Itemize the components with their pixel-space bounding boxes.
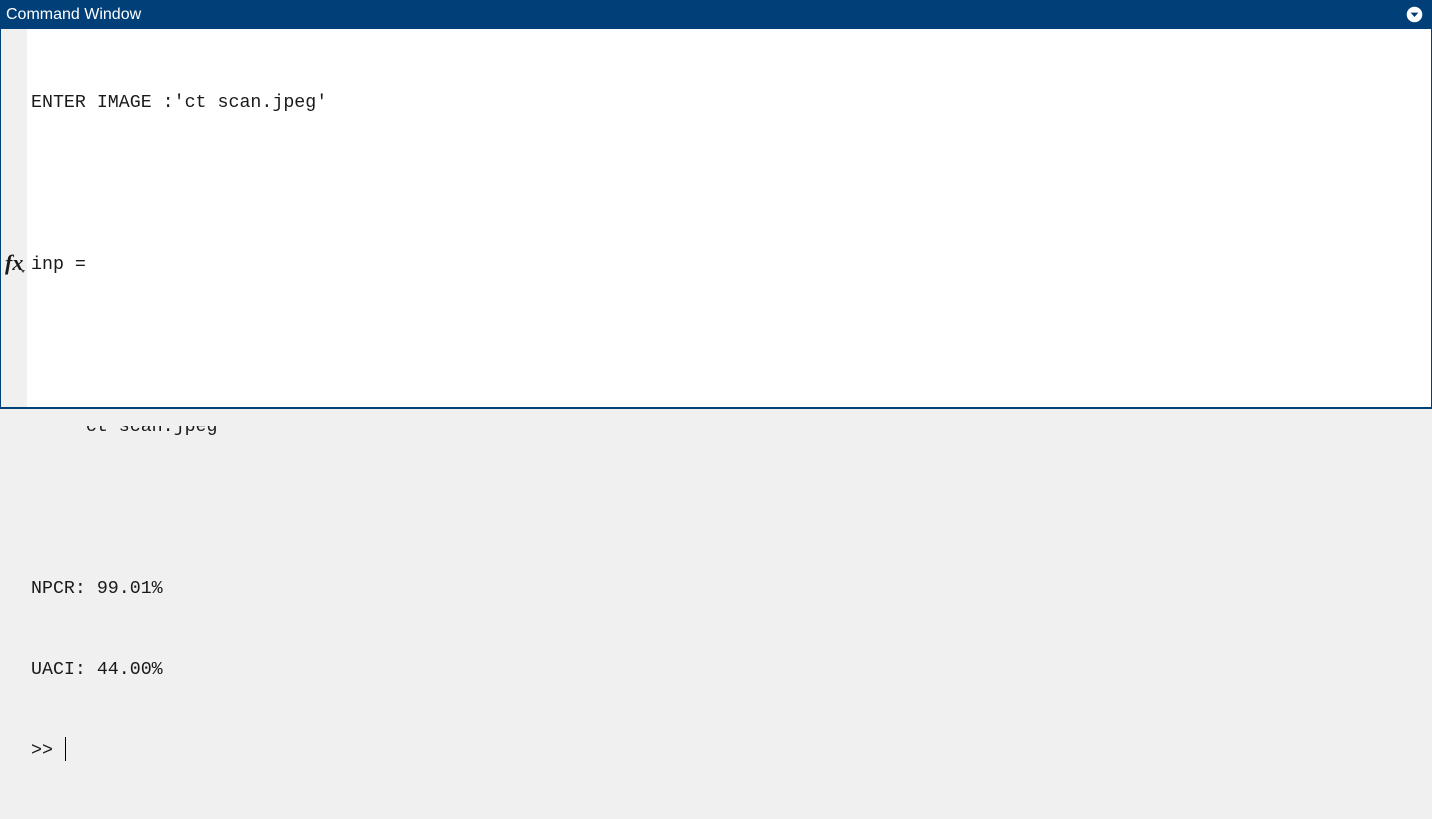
output-line: ENTER IMAGE :'ct scan.jpeg' bbox=[31, 93, 328, 113]
bottom-strip bbox=[0, 409, 1432, 426]
text-cursor bbox=[64, 737, 66, 762]
output-line: NPCR: 99.01% bbox=[31, 579, 163, 599]
fx-function-browser-icon[interactable]: fx bbox=[4, 251, 28, 275]
command-gutter: fx bbox=[1, 29, 27, 407]
fx-caret-icon bbox=[21, 270, 25, 273]
output-line: UACI: 44.00% bbox=[31, 660, 163, 680]
prompt-symbol: >> bbox=[31, 741, 53, 761]
circle-chevron-down-icon[interactable] bbox=[1406, 6, 1423, 23]
command-window-title-bar: Command Window bbox=[0, 0, 1432, 29]
command-window-panel[interactable]: fx ENTER IMAGE :'ct scan.jpeg' inp = 'ct… bbox=[0, 29, 1432, 762]
window-title: Command Window bbox=[6, 6, 142, 23]
command-prompt-line[interactable]: >> bbox=[31, 737, 1421, 765]
output-line: inp = bbox=[31, 255, 86, 275]
command-output: ENTER IMAGE :'ct scan.jpeg' inp = 'ct sc… bbox=[31, 36, 1421, 819]
